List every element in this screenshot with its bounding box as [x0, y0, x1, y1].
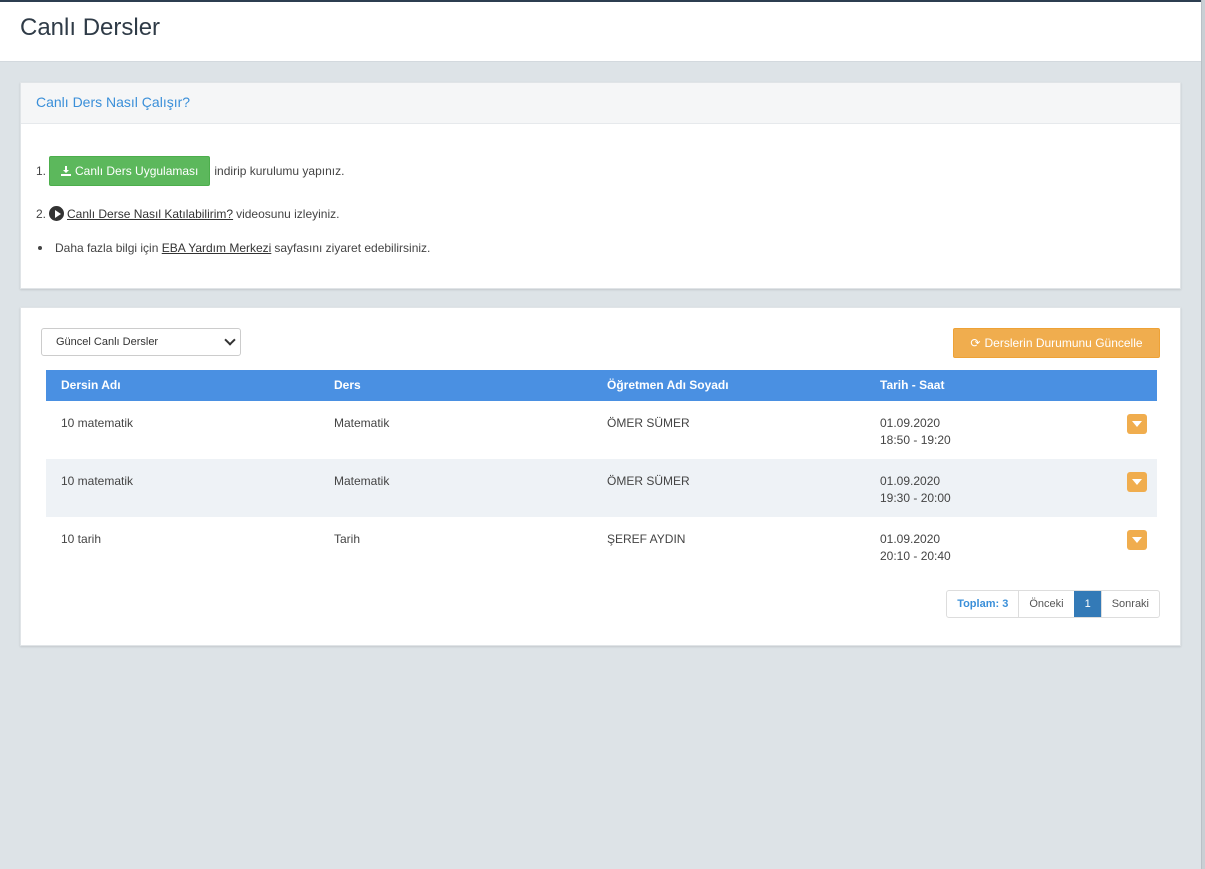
step-1-text: indirip kurulumu yapınız. [214, 164, 345, 178]
lesson-filter-value: Güncel Canlı Dersler [56, 336, 159, 348]
row-actions-button[interactable] [1127, 530, 1147, 550]
step-1: 1. Canlı Ders Uygulaması indirip kurulum… [36, 156, 344, 186]
time: 20:10 - 20:40 [880, 549, 951, 563]
date: 01.09.2020 [880, 474, 941, 488]
lessons-panel: Güncel Canlı Dersler ⟳ Derslerin Durumun… [20, 307, 1181, 646]
col-course: Ders [334, 378, 361, 392]
play-circle-icon[interactable] [49, 206, 65, 221]
page-title: Canlı Dersler [20, 14, 161, 41]
datetime: 01.09.2020 18:50 - 19:20 [880, 415, 951, 449]
window-edge [1201, 0, 1205, 869]
chevron-down-icon [224, 334, 236, 346]
caret-down-icon [1132, 537, 1142, 543]
time: 18:50 - 19:20 [880, 433, 951, 447]
pagination-next[interactable]: Sonraki [1100, 591, 1159, 617]
refresh-status-button[interactable]: ⟳ Derslerin Durumunu Güncelle [953, 328, 1160, 358]
more-info: Daha fazla bilgi için EBA Yardım Merkezi… [38, 241, 430, 255]
info-panel-title: Canlı Ders Nasıl Çalışır? [21, 83, 1180, 124]
table-row: 10 matematik Matematik ÖMER SÜMER 01.09.… [46, 401, 1157, 459]
row-actions-button[interactable] [1127, 472, 1147, 492]
course: Matematik [334, 416, 390, 430]
refresh-icon: ⟳ [970, 336, 981, 350]
download-app-label: Canlı Ders Uygulaması [75, 164, 199, 178]
datetime: 01.09.2020 19:30 - 20:00 [880, 473, 951, 507]
pagination-page-1[interactable]: 1 [1073, 591, 1101, 617]
more-info-prefix: Daha fazla bilgi için [55, 241, 159, 255]
step-2-text: videosunu izleyiniz. [236, 206, 340, 221]
refresh-status-label: Derslerin Durumunu Güncelle [984, 336, 1143, 350]
col-teacher: Öğretmen Adı Soyadı [607, 378, 729, 392]
table-row: 10 tarih Tarih ŞEREF AYDIN 01.09.2020 20… [46, 517, 1157, 575]
pagination-prev[interactable]: Önceki [1018, 591, 1073, 617]
col-lesson-name: Dersin Adı [61, 378, 121, 392]
course: Matematik [334, 474, 390, 488]
teacher: ŞEREF AYDIN [607, 532, 686, 546]
teacher: ÖMER SÜMER [607, 416, 690, 430]
caret-down-icon [1132, 479, 1142, 485]
video-link[interactable]: Canlı Derse Nasıl Katılabilirim? [67, 207, 233, 221]
col-datetime: Tarih - Saat [880, 378, 945, 392]
pagination: Toplam: 3 Önceki 1 Sonraki [946, 590, 1160, 618]
lesson-filter-select[interactable]: Güncel Canlı Dersler [41, 328, 241, 356]
teacher: ÖMER SÜMER [607, 474, 690, 488]
bullet [38, 246, 42, 250]
row-actions-button[interactable] [1127, 414, 1147, 434]
download-app-button[interactable]: Canlı Ders Uygulaması [49, 156, 211, 186]
table-header: Dersin Adı Ders Öğretmen Adı Soyadı Tari… [46, 370, 1157, 401]
help-center-link[interactable]: EBA Yardım Merkezi [162, 241, 272, 255]
info-panel: Canlı Ders Nasıl Çalışır? 1. Canlı Ders … [20, 82, 1181, 289]
step-2-number: 2. [36, 206, 47, 221]
date: 01.09.2020 [880, 532, 941, 546]
caret-down-icon [1132, 421, 1142, 427]
lesson-name: 10 matematik [61, 416, 134, 430]
more-info-suffix: sayfasını ziyaret edebilirsiniz. [274, 241, 431, 255]
page-header: Canlı Dersler [0, 2, 1201, 62]
time: 19:30 - 20:00 [880, 491, 951, 505]
step-1-number: 1. [36, 164, 47, 178]
download-icon [61, 166, 72, 176]
date: 01.09.2020 [880, 416, 941, 430]
step-2: 2. Canlı Derse Nasıl Katılabilirim? vide… [36, 206, 339, 221]
lessons-table: Dersin Adı Ders Öğretmen Adı Soyadı Tari… [46, 370, 1157, 575]
lesson-name: 10 matematik [61, 474, 134, 488]
course: Tarih [334, 532, 361, 546]
lesson-name: 10 tarih [61, 532, 102, 546]
pagination-total: Toplam: 3 [957, 598, 1009, 610]
table-row: 10 matematik Matematik ÖMER SÜMER 01.09.… [46, 459, 1157, 517]
datetime: 01.09.2020 20:10 - 20:40 [880, 531, 951, 565]
